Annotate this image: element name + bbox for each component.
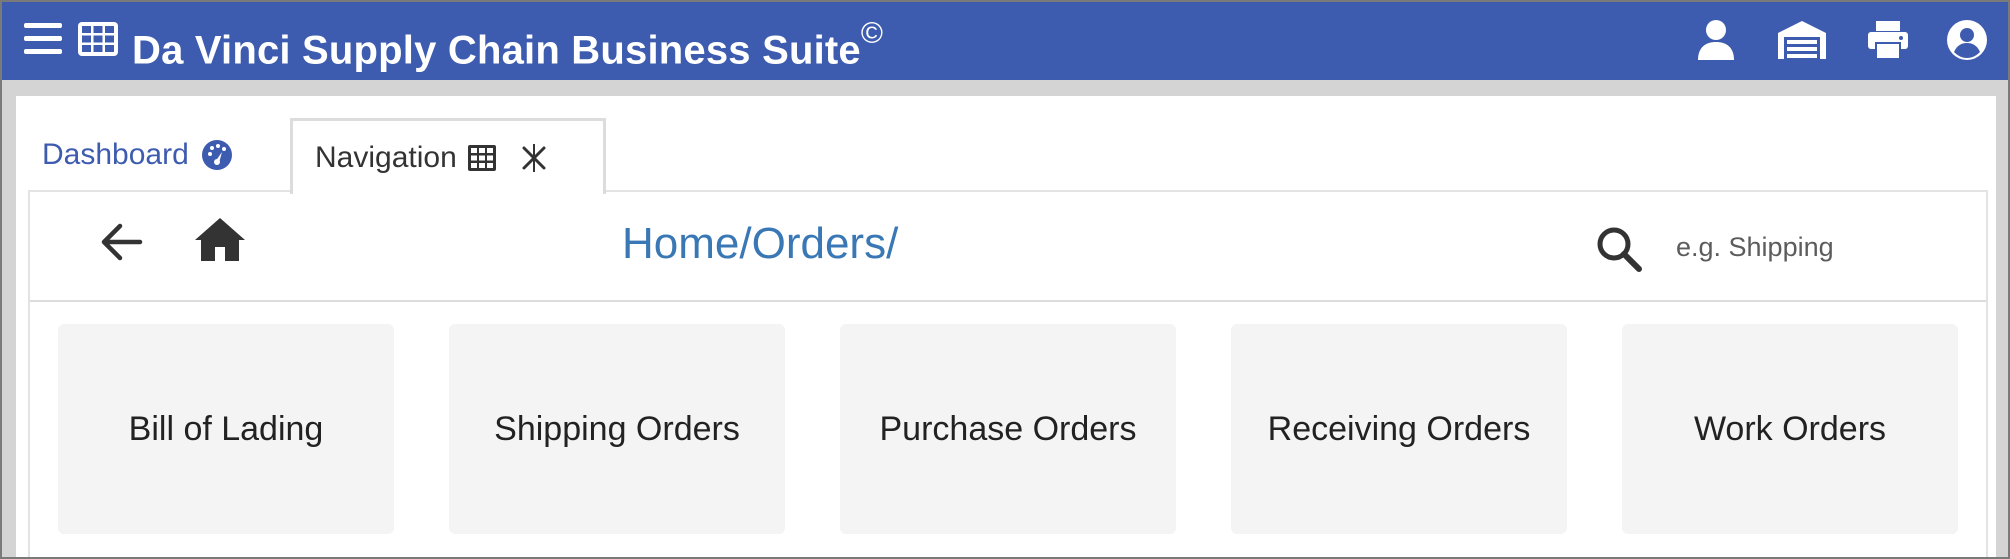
- back-arrow-icon[interactable]: [100, 222, 144, 262]
- menu-tiles: Bill of Lading Shipping Orders Purchase …: [58, 324, 1978, 536]
- content-panel: Dashboard Navigation Home/Orders/ e.g. S…: [16, 96, 1996, 557]
- tile-receiving-orders[interactable]: Receiving Orders: [1231, 324, 1567, 534]
- tab-bar: Dashboard Navigation: [28, 118, 1988, 194]
- tile-purchase-orders[interactable]: Purchase Orders: [840, 324, 1176, 534]
- app-window: Da Vinci Supply Chain Business Suite© Da…: [0, 0, 2010, 559]
- tile-work-orders[interactable]: Work Orders: [1622, 324, 1958, 534]
- tab-navigation-label: Navigation: [315, 140, 457, 174]
- printer-icon[interactable]: [1866, 19, 1910, 61]
- speedometer-icon: [201, 139, 233, 171]
- account-circle-icon[interactable]: [1946, 19, 1988, 61]
- breadcrumb: Home/Orders/: [622, 219, 899, 268]
- tab-navigation[interactable]: Navigation: [290, 118, 606, 194]
- menu-icon[interactable]: [22, 19, 64, 59]
- tile-shipping-orders[interactable]: Shipping Orders: [449, 324, 785, 534]
- copyright-mark: ©: [860, 17, 884, 50]
- home-icon[interactable]: [194, 216, 246, 262]
- search-input[interactable]: [1676, 222, 1966, 272]
- user-icon[interactable]: [1696, 19, 1736, 61]
- grid-icon: [76, 19, 120, 59]
- app-title: Da Vinci Supply Chain Business Suite©: [132, 12, 883, 78]
- table-grid-icon: [467, 144, 497, 172]
- tab-dashboard-label: Dashboard: [42, 138, 189, 171]
- close-tab-icon[interactable]: [521, 142, 547, 174]
- tile-bill-of-lading[interactable]: Bill of Lading: [58, 324, 394, 534]
- garage-icon[interactable]: [1776, 19, 1828, 61]
- search-icon[interactable]: [1596, 226, 1642, 272]
- app-title-text: Da Vinci Supply Chain Business Suite: [132, 28, 861, 73]
- navigation-toolbar: Home/Orders/: [30, 192, 1986, 302]
- navigation-card: Home/Orders/ Bill of Lading Shipping Ord…: [28, 192, 1988, 557]
- app-header: Da Vinci Supply Chain Business Suite©: [2, 2, 2008, 80]
- tab-dashboard[interactable]: Dashboard: [42, 118, 282, 192]
